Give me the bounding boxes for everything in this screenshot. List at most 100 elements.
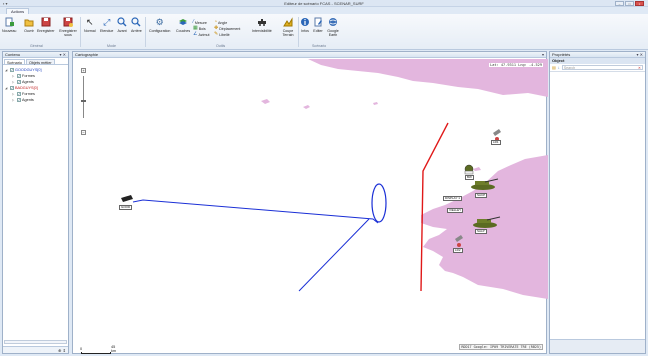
checkbox[interactable]: ✓	[10, 68, 14, 72]
content-tabs: Scénario Objets métier	[3, 58, 68, 65]
status-readout: RDD17 Google: IP09 TRIVERATE TRE (RB25)	[459, 344, 543, 350]
unit-label: BW	[465, 175, 474, 180]
window-controls: – □ ×	[615, 1, 644, 6]
properties-search-input[interactable]: Search ✕	[561, 65, 643, 70]
tree-node-label: BADGUYS[0]	[15, 86, 38, 90]
terrain-cut-button[interactable]: Coupe Terrain	[280, 17, 296, 37]
expand-icon[interactable]: ▷	[12, 98, 16, 102]
zoom-control: + −	[81, 68, 86, 135]
collapse-icon[interactable]: ◢	[5, 68, 9, 72]
zoom-in-button[interactable]: Avant	[117, 17, 127, 33]
tab-business-objects[interactable]: Objets métier	[26, 59, 55, 65]
layers-icon	[178, 17, 188, 27]
content-panel: Contenu ▾ ✕ Scénario Objets métier ◢ ✓ G…	[2, 51, 69, 354]
extent-icon: ⤢	[103, 17, 111, 27]
collapse-icon[interactable]: ◢	[5, 86, 9, 90]
intervisibility-button[interactable]: Intervisibilité	[252, 17, 272, 33]
layers-button[interactable]: Couches	[176, 17, 190, 33]
expand-icon[interactable]: ▷	[12, 92, 16, 96]
expand-icon[interactable]: ▷	[12, 74, 16, 78]
tree-node-label: GOODGUYS[0]	[15, 68, 42, 72]
zoom-out-button[interactable]: Arrière	[131, 17, 142, 33]
land-island	[473, 167, 481, 171]
properties-panel-header: Propriétés ▾ ✕	[550, 52, 645, 58]
unit-label: LR2	[453, 248, 463, 253]
content-panel-title: Contenu	[5, 52, 21, 57]
zoom-out-icon	[131, 17, 141, 27]
unit-label: GOOD	[119, 205, 133, 210]
open-button[interactable]: Ouvrir	[24, 17, 34, 33]
footer-control[interactable]: ⊕ ⇕	[58, 348, 66, 353]
radar-unit[interactable]	[464, 164, 474, 175]
clear-search-icon[interactable]: ✕	[638, 66, 641, 70]
properties-description-area	[550, 339, 645, 353]
content-panel-footer: ⊕ ⇕	[3, 346, 68, 353]
save-button[interactable]: Enregistrer	[37, 17, 55, 33]
label-icon: ✎	[214, 31, 219, 37]
scenario-tree: ◢ ✓ GOODGUYS[0] ▷ ✓ Formes ▷ ✓ Agents ◢ …	[3, 65, 68, 105]
zoom-out-button[interactable]: −	[81, 130, 86, 135]
land-island	[373, 102, 378, 105]
content-panel-header: Contenu ▾ ✕	[3, 52, 68, 58]
new-icon	[4, 17, 15, 27]
checkbox[interactable]: ✓	[10, 86, 14, 90]
close-button[interactable]: ×	[635, 1, 644, 6]
tab-scenario[interactable]: Scénario	[4, 59, 25, 65]
expand-icon[interactable]: ▷	[12, 80, 16, 84]
sort-alpha-icon[interactable]: ↓	[558, 65, 560, 70]
blue-route	[132, 199, 379, 224]
horizontal-scrollbar[interactable]	[4, 340, 67, 344]
azimuth-button[interactable]: ∠ Azimut	[193, 32, 209, 37]
save-as-button[interactable]: Enregistrer sous	[59, 17, 77, 37]
properties-panel-title: Propriétés	[552, 52, 571, 57]
save-icon	[41, 17, 51, 27]
categorized-icon[interactable]: ▤	[552, 65, 556, 70]
land-island	[303, 105, 310, 109]
map-canvas[interactable]	[73, 59, 548, 355]
minimize-button[interactable]: –	[615, 1, 624, 6]
coordinate-readout: Lat: 47.9311 Lng: -4.529	[489, 63, 543, 67]
label-button[interactable]: ✎ Libellé	[214, 32, 230, 37]
tree-node-label: Agents	[22, 98, 34, 102]
scale-start-label: 0	[80, 347, 83, 351]
unit-label: SALP	[475, 229, 487, 234]
tree-node-label: Formes	[22, 74, 35, 78]
unit-label: VIELLEY	[447, 208, 464, 213]
unit-good[interactable]	[121, 195, 133, 202]
terrain-cut-icon	[283, 17, 293, 27]
group-label-tools: Outils	[216, 44, 226, 48]
properties-panel: Propriétés ▾ ✕ Object ▤ ↓ Search ✕	[549, 51, 646, 354]
map-panel[interactable]: Cartographie ▾ GOOD LR1 BW SACP DISPLAY …	[72, 51, 548, 355]
tree-node-badguys-agents[interactable]: ▷ ✓ Agents	[5, 97, 66, 103]
extent-button[interactable]: ⤢ Etendue	[100, 17, 113, 33]
zoom-in-button[interactable]: +	[81, 68, 86, 73]
intervisibility-icon	[257, 17, 267, 27]
checkbox[interactable]: ✓	[17, 92, 21, 96]
configuration-icon: ⚙	[155, 17, 164, 27]
group-label-general: Général	[30, 44, 43, 48]
pin-icon[interactable]: ▾	[542, 52, 544, 57]
google-earth-button[interactable]: Google Earth	[326, 17, 340, 37]
group-label-mode: Mode	[107, 44, 116, 48]
zoom-slider[interactable]	[81, 76, 86, 118]
pin-icon[interactable]: ▾ ✕	[637, 52, 643, 57]
normal-mode-button[interactable]: ↖ Normal	[84, 17, 96, 33]
map-panel-title: Cartographie	[75, 52, 99, 57]
zoom-in-icon	[117, 17, 127, 27]
info-icon	[300, 17, 310, 27]
properties-toolbar: ▤ ↓ Search ✕	[550, 64, 645, 72]
maximize-button[interactable]: □	[625, 1, 634, 6]
ribbon-separator	[298, 17, 299, 47]
edit-button[interactable]: Editer	[313, 17, 323, 33]
checkbox[interactable]: ✓	[17, 98, 21, 102]
save-as-icon	[63, 17, 73, 27]
configuration-button[interactable]: ⚙ Configuration	[149, 17, 170, 33]
pin-icon[interactable]: ▾ ✕	[60, 52, 66, 57]
checkbox[interactable]: ✓	[17, 74, 21, 78]
zoom-slider-thumb[interactable]	[81, 100, 86, 102]
blue-zone	[371, 183, 387, 223]
new-button[interactable]: Nouveau	[2, 17, 16, 33]
group-label-scenario: Scénario	[312, 44, 327, 48]
checkbox[interactable]: ✓	[17, 80, 21, 84]
info-button[interactable]: Infos	[300, 17, 310, 33]
